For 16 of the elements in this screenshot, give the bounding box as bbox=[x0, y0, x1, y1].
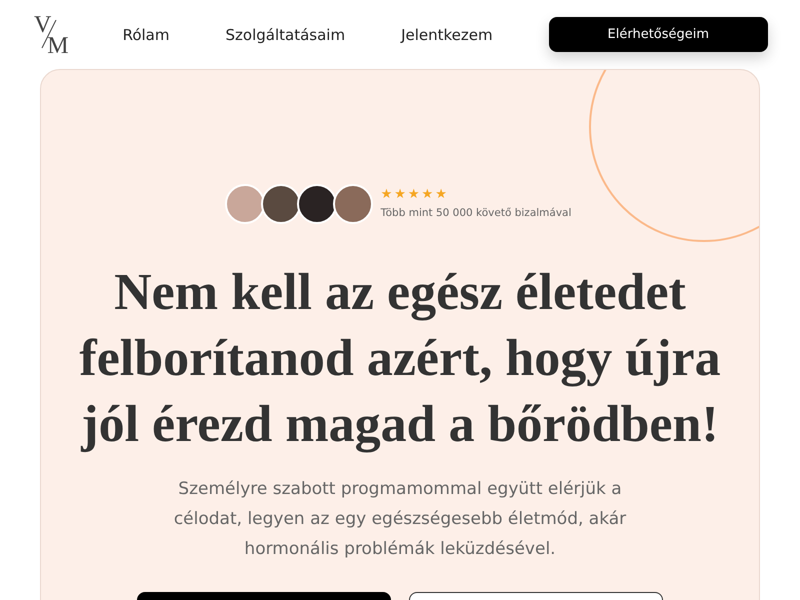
star-icon: ★ bbox=[380, 188, 392, 201]
nav-link[interactable]: Szolgáltatásaim bbox=[226, 26, 346, 44]
avatar-placeholder bbox=[296, 184, 337, 224]
star-icon: ★ bbox=[394, 188, 406, 201]
avatar-placeholder bbox=[224, 184, 265, 224]
nav-link[interactable]: Jelentkezem bbox=[401, 26, 493, 44]
nav-link[interactable]: Rólam bbox=[122, 26, 170, 44]
star-icon: ★ bbox=[408, 188, 420, 201]
avatar-placeholder bbox=[260, 184, 301, 224]
contact-button[interactable]: Elérhetőségeim bbox=[548, 17, 768, 52]
avatar-placeholder bbox=[332, 184, 373, 224]
hero-subtitle: Személyre szabott progmamommal együtt elérjük a célodat, legyen az egy egészségesebb életmód, akár hormonális problémák leküzdésével. bbox=[172, 478, 628, 561]
trust-text: Több mint 50 000 követő bizalmával bbox=[380, 207, 572, 219]
star-icon: ★ bbox=[435, 188, 447, 201]
star-icon: ★ bbox=[422, 188, 434, 201]
hero-title: Nem kell az egész életedet felborítanod azért, hogy újra jól érezd magad a bőrödben! bbox=[78, 263, 722, 455]
